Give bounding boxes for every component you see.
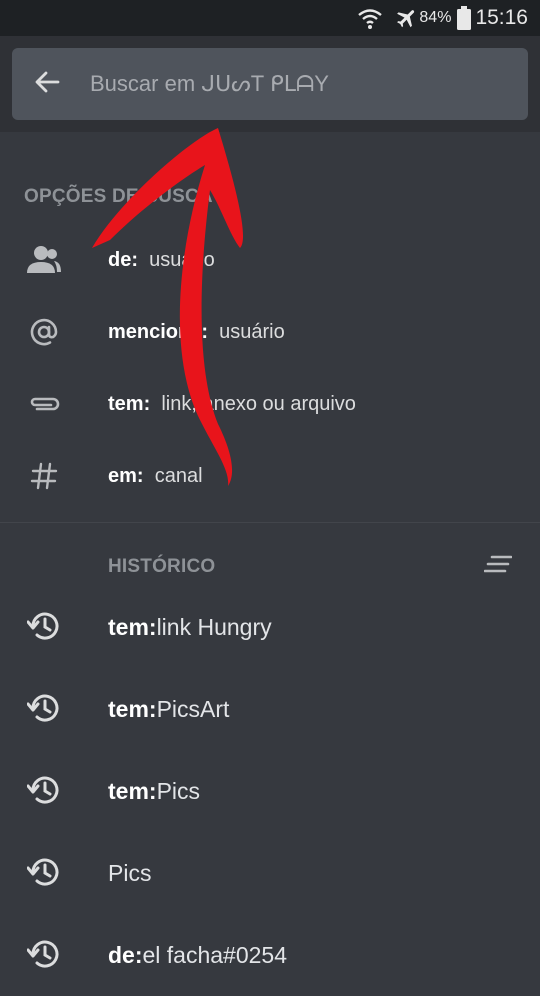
airplane-icon [395, 6, 419, 30]
option-mentions[interactable]: menciona: usuário [0, 296, 540, 368]
clock: 15:16 [475, 6, 528, 29]
search-header [0, 36, 540, 132]
battery-icon [457, 6, 472, 30]
search-options-title: OPÇÕES DE BUSCA [24, 186, 213, 207]
search-input[interactable] [82, 48, 528, 120]
option-has[interactable]: tem: link, anexo ou arquivo [0, 368, 540, 440]
hash-icon [24, 456, 64, 496]
clear-all-icon [483, 555, 513, 578]
user-icon [24, 240, 64, 280]
history-icon [24, 934, 64, 974]
status-bar: 84% 15:16 [0, 0, 540, 36]
battery-percentage: 84% [419, 9, 452, 26]
at-icon [24, 312, 64, 352]
wifi-icon [357, 6, 383, 30]
arrow-left-icon [34, 69, 60, 100]
history-title: HISTÓRICO [108, 556, 216, 577]
history-label: tem:Pics [108, 777, 201, 804]
option-label: tem: link, anexo ou arquivo [108, 392, 356, 415]
search-box [12, 48, 528, 120]
paperclip-icon [24, 384, 64, 424]
history-item[interactable]: tem:PicsArt [0, 668, 540, 750]
history-label: tem:link Hungry [108, 613, 272, 640]
section-divider [0, 522, 540, 523]
history-item[interactable]: tem:link Hungry [0, 586, 540, 668]
history-label: Pics [108, 859, 152, 886]
history-icon [24, 852, 64, 892]
history-item[interactable]: Pics [0, 832, 540, 914]
option-label: menciona: usuário [108, 320, 285, 343]
clear-history-button[interactable] [478, 548, 518, 584]
history-icon [24, 688, 64, 728]
history-item[interactable]: de:el facha#0254 [0, 914, 540, 996]
option-in-channel[interactable]: em: canal [0, 440, 540, 512]
option-from-user[interactable]: de: usuário [0, 224, 540, 296]
history-label: de:el facha#0254 [108, 941, 288, 968]
history-icon [24, 770, 64, 810]
back-button[interactable] [12, 48, 82, 120]
history-label: tem:PicsArt [108, 695, 230, 722]
option-label: de: usuário [108, 248, 215, 271]
option-label: em: canal [108, 464, 203, 487]
history-icon [24, 606, 64, 646]
history-item[interactable]: tem:Pics [0, 750, 540, 832]
